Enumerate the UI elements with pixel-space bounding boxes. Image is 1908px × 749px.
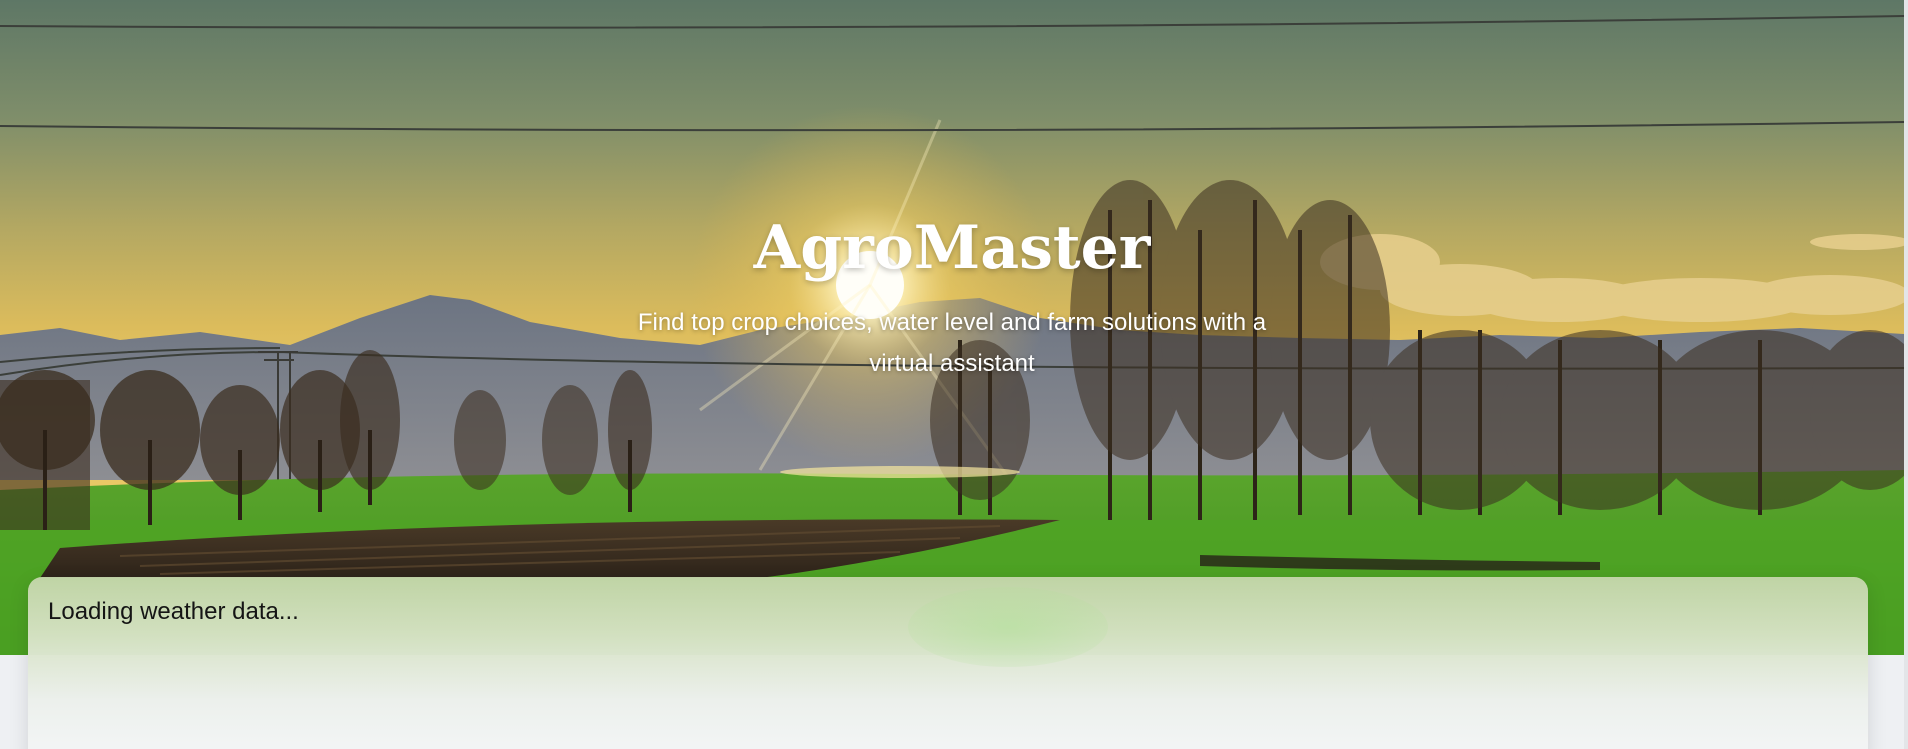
weather-card: Loading weather data... — [28, 577, 1868, 749]
hero-subtitle: Find top crop choices, water level and f… — [637, 309, 1267, 377]
app-title: AgroMaster — [753, 213, 1151, 283]
page: AgroMaster Find top crop choices, water … — [0, 0, 1908, 749]
hero-text-block: AgroMaster Find top crop choices, water … — [0, 0, 1904, 655]
hero-banner: AgroMaster Find top crop choices, water … — [0, 0, 1904, 655]
weather-loading-text: Loading weather data... — [48, 598, 299, 625]
page-scrollbar[interactable] — [1904, 0, 1908, 749]
